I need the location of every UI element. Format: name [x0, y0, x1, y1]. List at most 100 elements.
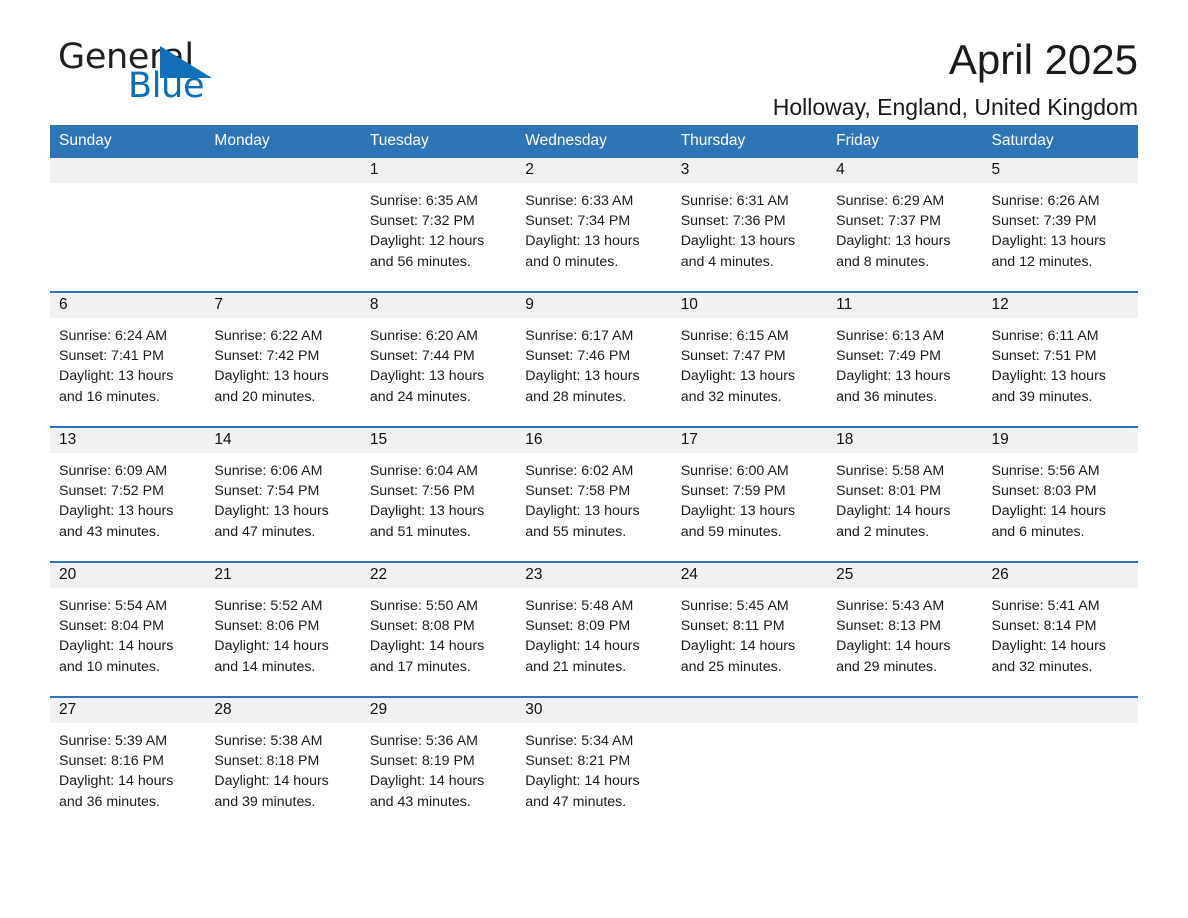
calendar-day-cell[interactable]: 15 Sunrise: 6:04 AM Sunset: 7:56 PM Dayligh…: [360, 426, 517, 562]
daylight-text-line1: Daylight: 14 hours: [369, 638, 485, 655]
daylight-text-line2: and 39 minutes.: [214, 793, 316, 810]
calendar-day-cell[interactable]: 17 Sunrise: 6:00 AM Sunset: 7:59 PM Dayligh…: [671, 426, 828, 562]
daylight-text-line2: and 6 minutes.: [991, 523, 1085, 540]
calendar-day-cell[interactable]: 2 Sunrise: 6:33 AM Sunset: 7:34 PM Daylight…: [516, 158, 672, 292]
page-header: General Blue April 2025 Holloway, Englan…: [50, 0, 1138, 120]
sunrise-text: Sunrise: 5:39 AM: [59, 733, 168, 749]
day-cell-inner: 25 Sunrise: 5:43 AM Sunset: 8:13 PM Dayligh…: [827, 563, 983, 696]
sunset-text: Sunset: 8:21 PM: [525, 753, 631, 770]
calendar-day-cell[interactable]: 29 Sunrise: 5:36 AM Sunset: 8:19 PM Dayligh…: [360, 696, 517, 831]
daylight-text-line1: Daylight: 13 hours: [214, 503, 329, 520]
calendar-day-cell[interactable]: 1 Sunrise: 6:35 AM Sunset: 7:32 PM Daylight…: [360, 158, 517, 292]
day-cell-inner: 29 Sunrise: 5:36 AM Sunset: 8:19 PM Dayligh…: [360, 698, 517, 831]
calendar-day-cell[interactable]: 7 Sunrise: 6:22 AM Sunset: 7:42 PM Daylight…: [205, 291, 361, 427]
sunrise-text: Sunrise: 6:31 AM: [680, 193, 789, 209]
day-details: Sunrise: 5:48 AM Sunset: 8:09 PM Daylight:…: [516, 588, 671, 677]
page-title: April 2025: [948, 36, 1138, 83]
sunset-text: Sunset: 7:41 PM: [59, 348, 164, 365]
calendar-day-cell[interactable]: 20 Sunrise: 5:54 AM Sunset: 8:04 PM Dayligh…: [50, 561, 206, 697]
daylight-text-line1: Daylight: 14 hours: [836, 638, 951, 655]
day-cell-inner: [671, 698, 828, 831]
day-cell-inner: 3 Sunrise: 6:31 AM Sunset: 7:36 PM Daylight…: [671, 158, 828, 291]
daylight-text-line2: and 17 minutes.: [369, 658, 471, 675]
day-cell-inner: 8 Sunrise: 6:20 AM Sunset: 7:44 PM Daylight…: [360, 293, 517, 426]
day-details: Sunrise: 6:11 AM Sunset: 7:51 PM Daylight:…: [983, 318, 1138, 407]
day-number: 14: [205, 428, 361, 453]
calendar-day-cell[interactable]: 4 Sunrise: 6:29 AM Sunset: 7:37 PM Daylight…: [827, 158, 983, 292]
sunrise-text: Sunrise: 6:02 AM: [525, 463, 634, 479]
sunrise-text: Sunrise: 6:22 AM: [214, 328, 323, 344]
day-cell-inner: [982, 698, 1138, 831]
day-number: 26: [982, 563, 1138, 588]
day-number: 21: [205, 563, 361, 588]
calendar-day-cell[interactable]: 28 Sunrise: 5:38 AM Sunset: 8:18 PM Dayligh…: [205, 696, 361, 831]
day-cell-inner: 22 Sunrise: 5:50 AM Sunset: 8:08 PM Dayligh…: [360, 563, 517, 696]
weekday-header-sunday: Sunday: [50, 125, 206, 158]
daylight-text-line2: and 47 minutes.: [214, 523, 316, 540]
sunset-text: Sunset: 8:19 PM: [369, 753, 475, 770]
calendar-day-cell[interactable]: 5 Sunrise: 6:26 AM Sunset: 7:39 PM Daylight…: [982, 158, 1138, 292]
calendar-page: General Blue April 2025 Holloway, Englan…: [0, 0, 1188, 918]
sunrise-text: Sunrise: 5:48 AM: [525, 598, 634, 614]
calendar-day-cell[interactable]: 3 Sunrise: 6:31 AM Sunset: 7:36 PM Daylight…: [671, 158, 828, 292]
sunrise-text: Sunrise: 6:17 AM: [525, 328, 634, 344]
sunset-text: Sunset: 7:39 PM: [991, 213, 1097, 230]
daylight-text-line1: Daylight: 14 hours: [59, 773, 174, 790]
calendar-day-cell[interactable]: 25 Sunrise: 5:43 AM Sunset: 8:13 PM Dayligh…: [827, 561, 983, 697]
calendar-day-cell[interactable]: 16 Sunrise: 6:02 AM Sunset: 7:58 PM Dayligh…: [516, 426, 672, 562]
daylight-text-line1: Daylight: 14 hours: [525, 638, 640, 655]
calendar-day-cell[interactable]: 12 Sunrise: 6:11 AM Sunset: 7:51 PM Dayligh…: [982, 291, 1138, 427]
day-number: 2: [516, 158, 672, 183]
sunrise-text: Sunrise: 5:52 AM: [214, 598, 323, 614]
sunrise-text: Sunrise: 5:41 AM: [991, 598, 1100, 614]
daylight-text-line2: and 28 minutes.: [525, 388, 627, 405]
day-cell-inner: 10 Sunrise: 6:15 AM Sunset: 7:47 PM Dayligh…: [671, 293, 828, 426]
calendar-day-cell[interactable]: 11 Sunrise: 6:13 AM Sunset: 7:49 PM Dayligh…: [827, 291, 983, 427]
calendar-day-cell[interactable]: 24 Sunrise: 5:45 AM Sunset: 8:11 PM Dayligh…: [671, 561, 828, 697]
calendar-day-cell[interactable]: 22 Sunrise: 5:50 AM Sunset: 8:08 PM Dayligh…: [360, 561, 517, 697]
daylight-text-line1: Daylight: 14 hours: [680, 638, 796, 655]
day-details: Sunrise: 5:58 AM Sunset: 8:01 PM Daylight:…: [827, 453, 982, 542]
sunset-text: Sunset: 8:03 PM: [991, 483, 1097, 500]
day-details: Sunrise: 6:04 AM Sunset: 7:56 PM Daylight:…: [361, 453, 516, 542]
calendar-day-cell[interactable]: 10 Sunrise: 6:15 AM Sunset: 7:47 PM Dayligh…: [671, 291, 828, 427]
day-details: Sunrise: 5:38 AM Sunset: 8:18 PM Daylight:…: [205, 723, 360, 812]
calendar-day-cell[interactable]: 6 Sunrise: 6:24 AM Sunset: 7:41 PM Daylight…: [50, 291, 206, 427]
day-details: Sunrise: 5:52 AM Sunset: 8:06 PM Daylight:…: [205, 588, 360, 677]
calendar-day-cell[interactable]: 14 Sunrise: 6:06 AM Sunset: 7:54 PM Dayligh…: [205, 426, 361, 562]
daylight-text-line1: Daylight: 13 hours: [525, 503, 640, 520]
daylight-text-line2: and 43 minutes.: [369, 793, 471, 810]
calendar-day-cell[interactable]: 26 Sunrise: 5:41 AM Sunset: 8:14 PM Dayligh…: [982, 561, 1138, 697]
calendar-day-cell-empty: [827, 696, 983, 831]
sunrise-text: Sunrise: 6:09 AM: [59, 463, 168, 479]
daylight-text-line1: Daylight: 13 hours: [369, 368, 485, 385]
daylight-text-line2: and 20 minutes.: [214, 388, 316, 405]
day-details: Sunrise: 6:29 AM Sunset: 7:37 PM Daylight:…: [827, 183, 982, 272]
day-number: 17: [671, 428, 828, 453]
calendar-day-cell[interactable]: 27 Sunrise: 5:39 AM Sunset: 8:16 PM Dayligh…: [50, 696, 206, 831]
day-details: Sunrise: 6:02 AM Sunset: 7:58 PM Daylight:…: [516, 453, 671, 542]
day-cell-inner: 19 Sunrise: 5:56 AM Sunset: 8:03 PM Dayligh…: [982, 428, 1138, 561]
calendar-day-cell[interactable]: 18 Sunrise: 5:58 AM Sunset: 8:01 PM Dayligh…: [827, 426, 983, 562]
sunset-text: Sunset: 8:06 PM: [214, 618, 320, 635]
day-number: 27: [50, 698, 206, 723]
day-number: 12: [982, 293, 1138, 318]
calendar-day-cell[interactable]: 8 Sunrise: 6:20 AM Sunset: 7:44 PM Daylight…: [360, 291, 517, 427]
calendar-day-cell[interactable]: 19 Sunrise: 5:56 AM Sunset: 8:03 PM Dayligh…: [982, 426, 1138, 562]
day-number: 5: [982, 158, 1138, 183]
sunset-text: Sunset: 7:44 PM: [369, 348, 475, 365]
sunset-text: Sunset: 8:04 PM: [59, 618, 164, 635]
calendar-day-cell[interactable]: 30 Sunrise: 5:34 AM Sunset: 8:21 PM Dayligh…: [516, 696, 672, 831]
calendar-day-cell[interactable]: 13 Sunrise: 6:09 AM Sunset: 7:52 PM Dayligh…: [50, 426, 206, 562]
daylight-text-line1: Daylight: 13 hours: [680, 233, 796, 250]
calendar-day-cell[interactable]: 23 Sunrise: 5:48 AM Sunset: 8:09 PM Dayligh…: [516, 561, 672, 697]
sunrise-text: Sunrise: 5:50 AM: [369, 598, 478, 614]
day-details: Sunrise: 6:22 AM Sunset: 7:42 PM Daylight:…: [205, 318, 360, 407]
daylight-text-line1: Daylight: 13 hours: [991, 233, 1106, 250]
day-cell-inner: 23 Sunrise: 5:48 AM Sunset: 8:09 PM Dayligh…: [516, 563, 672, 696]
sunset-text: Sunset: 7:34 PM: [525, 213, 631, 230]
calendar-day-cell[interactable]: 21 Sunrise: 5:52 AM Sunset: 8:06 PM Dayligh…: [205, 561, 361, 697]
calendar-day-cell[interactable]: 9 Sunrise: 6:17 AM Sunset: 7:46 PM Daylight…: [516, 291, 672, 427]
daylight-text-line1: Daylight: 13 hours: [214, 368, 329, 385]
sunrise-text: Sunrise: 5:43 AM: [836, 598, 945, 614]
